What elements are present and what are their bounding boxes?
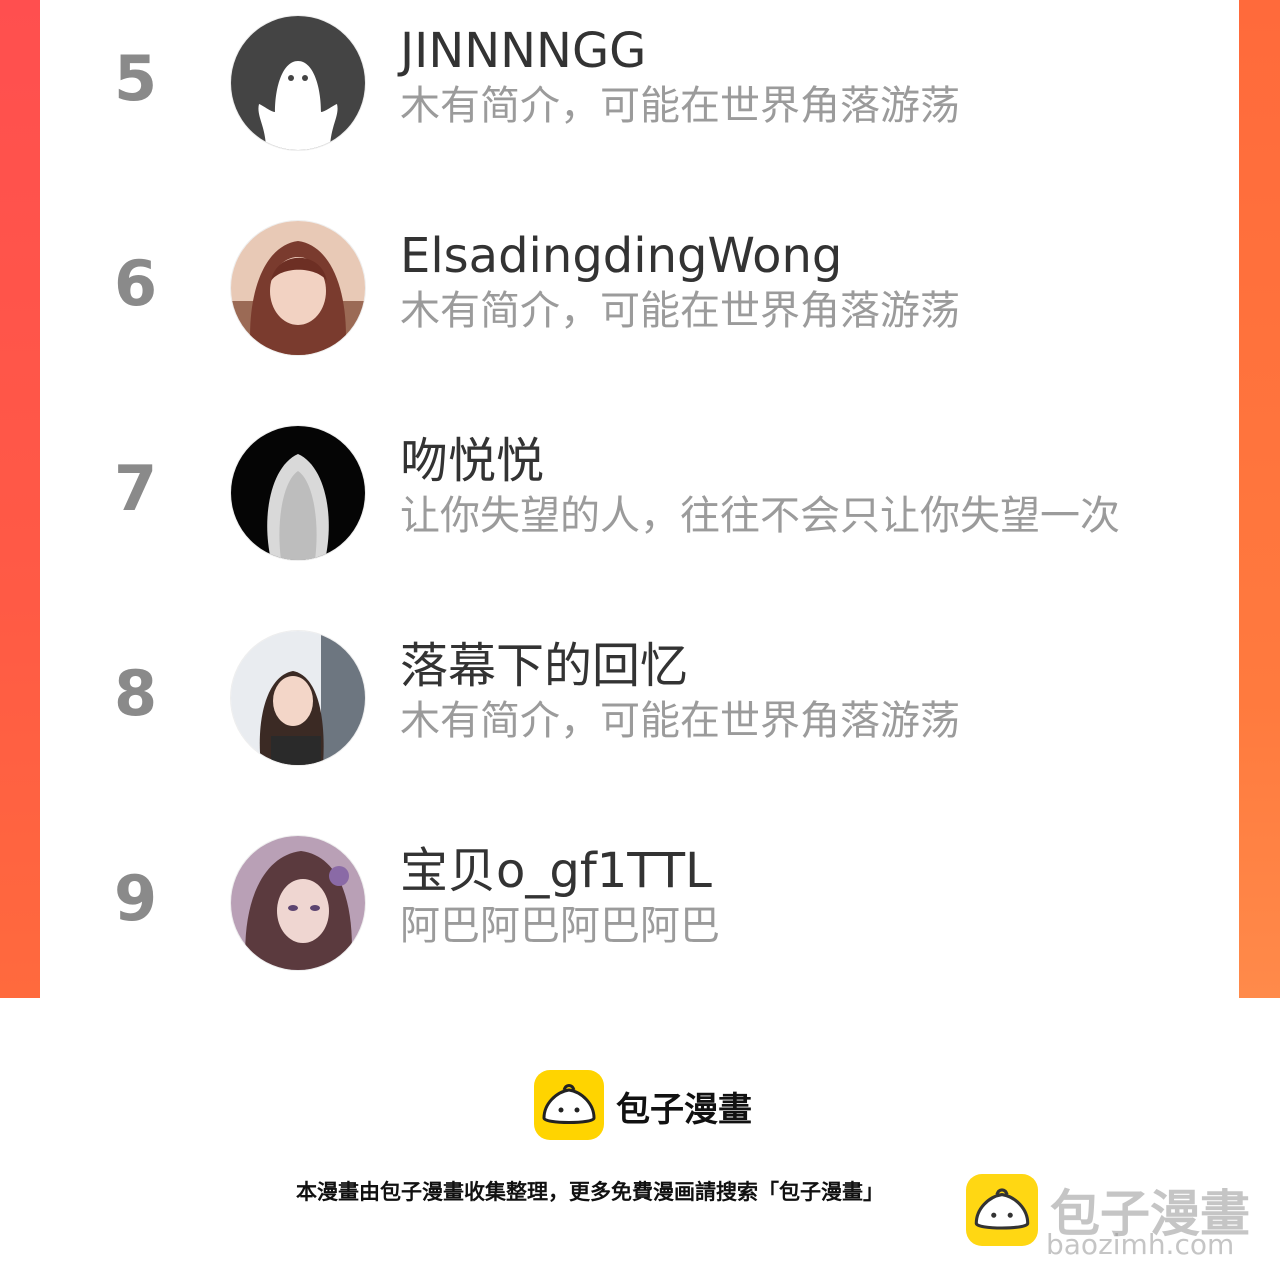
user-name[interactable]: 落幕下的回忆: [400, 638, 688, 694]
user-bio: 阿巴阿巴阿巴阿巴: [400, 903, 720, 949]
default-ghost-avatar-icon: [231, 16, 365, 150]
avatar[interactable]: [230, 835, 366, 971]
user-photo-icon: [231, 221, 365, 355]
frame-border-right: [1239, 0, 1280, 998]
user-photo-icon: [231, 426, 365, 560]
user-name[interactable]: JINNNNGG: [400, 23, 646, 79]
list-item[interactable]: 6 ElsadingdingWong 木有简介，可能在世界角落游荡: [40, 210, 1239, 360]
brand-name: 包子漫畫: [616, 1090, 752, 1130]
list-item[interactable]: 7 吻悦悦 让你失望的人，往往不会只让你失望一次: [40, 415, 1239, 565]
avatar[interactable]: [230, 630, 366, 766]
list-item[interactable]: 5 JINNNNGG 木有简介，可能在世界角落游荡: [40, 5, 1239, 155]
copyright-notice: 本漫畫由包子漫畫收集整理，更多免費漫画請搜索「包子漫畫」: [296, 1180, 884, 1204]
avatar[interactable]: [230, 425, 366, 561]
user-name[interactable]: 吻悦悦: [400, 433, 544, 489]
user-photo-icon: [231, 631, 365, 765]
user-name[interactable]: ElsadingdingWong: [400, 228, 842, 284]
user-bio: 木有简介，可能在世界角落游荡: [400, 288, 960, 334]
rank-number: 7: [114, 452, 158, 525]
frame-border-left: [0, 0, 40, 998]
baozi-logo-icon: [534, 1070, 604, 1140]
rank-number: 6: [114, 247, 158, 320]
fan-ranking-list: 5 JINNNNGG 木有简介，可能在世界角落游荡 6 Elsadingding…: [40, 0, 1239, 998]
avatar[interactable]: [230, 220, 366, 356]
list-item[interactable]: 9 宝贝o_gf1TTL 阿巴阿巴阿巴阿巴: [40, 825, 1239, 975]
footer: 包子漫畫 本漫畫由包子漫畫收集整理，更多免費漫画請搜索「包子漫畫」 包子漫畫 b…: [0, 998, 1280, 1281]
watermark-url: baozimh.com: [1046, 1228, 1235, 1261]
user-bio: 木有简介，可能在世界角落游荡: [400, 83, 960, 129]
avatar[interactable]: [230, 15, 366, 151]
user-illustration-icon: [231, 836, 365, 970]
rank-number: 8: [114, 657, 158, 730]
list-item[interactable]: 8 落幕下的回忆 木有简介，可能在世界角落游荡: [40, 620, 1239, 770]
user-bio: 木有简介，可能在世界角落游荡: [400, 698, 960, 744]
rank-number: 9: [114, 862, 158, 935]
user-bio: 让你失望的人，往往不会只让你失望一次: [400, 493, 1120, 539]
rank-number: 5: [114, 42, 158, 115]
watermark-logo-icon: [966, 1174, 1038, 1246]
user-name[interactable]: 宝贝o_gf1TTL: [400, 843, 712, 899]
